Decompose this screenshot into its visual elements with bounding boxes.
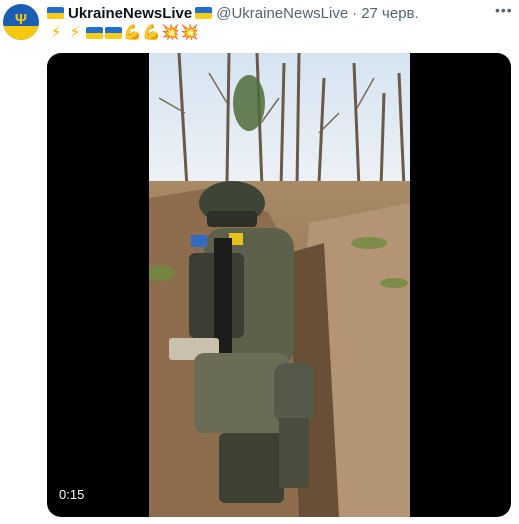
more-options-icon[interactable]: ••• [495, 2, 512, 18]
video-duration: 0:15 [59, 487, 85, 502]
ukraine-flag-icon [47, 7, 64, 19]
tweet-header: UkraineNewsLive @UkraineNewsLive · 27 че… [47, 4, 419, 22]
ukraine-flag-icon [104, 25, 122, 41]
video-frame[interactable] [149, 53, 410, 517]
ukraine-flag-icon [195, 7, 213, 19]
video-still [149, 53, 410, 517]
lightning-icon: ⚡ [69, 24, 81, 41]
display-name[interactable]: UkraineNewsLive [68, 5, 192, 22]
tweet[interactable]: Ψ UkraineNewsLive @UkraineNewsLive · 27 … [0, 0, 519, 524]
lightning-icon: ⚡ [50, 24, 62, 41]
ukraine-flag-icon [85, 25, 103, 41]
separator-dot: · [352, 4, 358, 22]
collision-icon: 💥 [161, 24, 180, 41]
user-handle[interactable]: @UkraineNewsLive [216, 5, 348, 22]
tweet-date[interactable]: 27 черв. [361, 5, 419, 22]
video-player[interactable]: 0:15 [47, 53, 511, 517]
collision-icon: 💥 [180, 24, 199, 41]
flexed-biceps-icon: 💪 [123, 24, 142, 41]
tweet-text: ⚡ ⚡ 💪 💪 💥 💥 [47, 24, 199, 42]
avatar[interactable]: Ψ [3, 4, 39, 40]
trident-icon: Ψ [14, 11, 28, 28]
flexed-biceps-icon: 💪 [142, 24, 161, 41]
